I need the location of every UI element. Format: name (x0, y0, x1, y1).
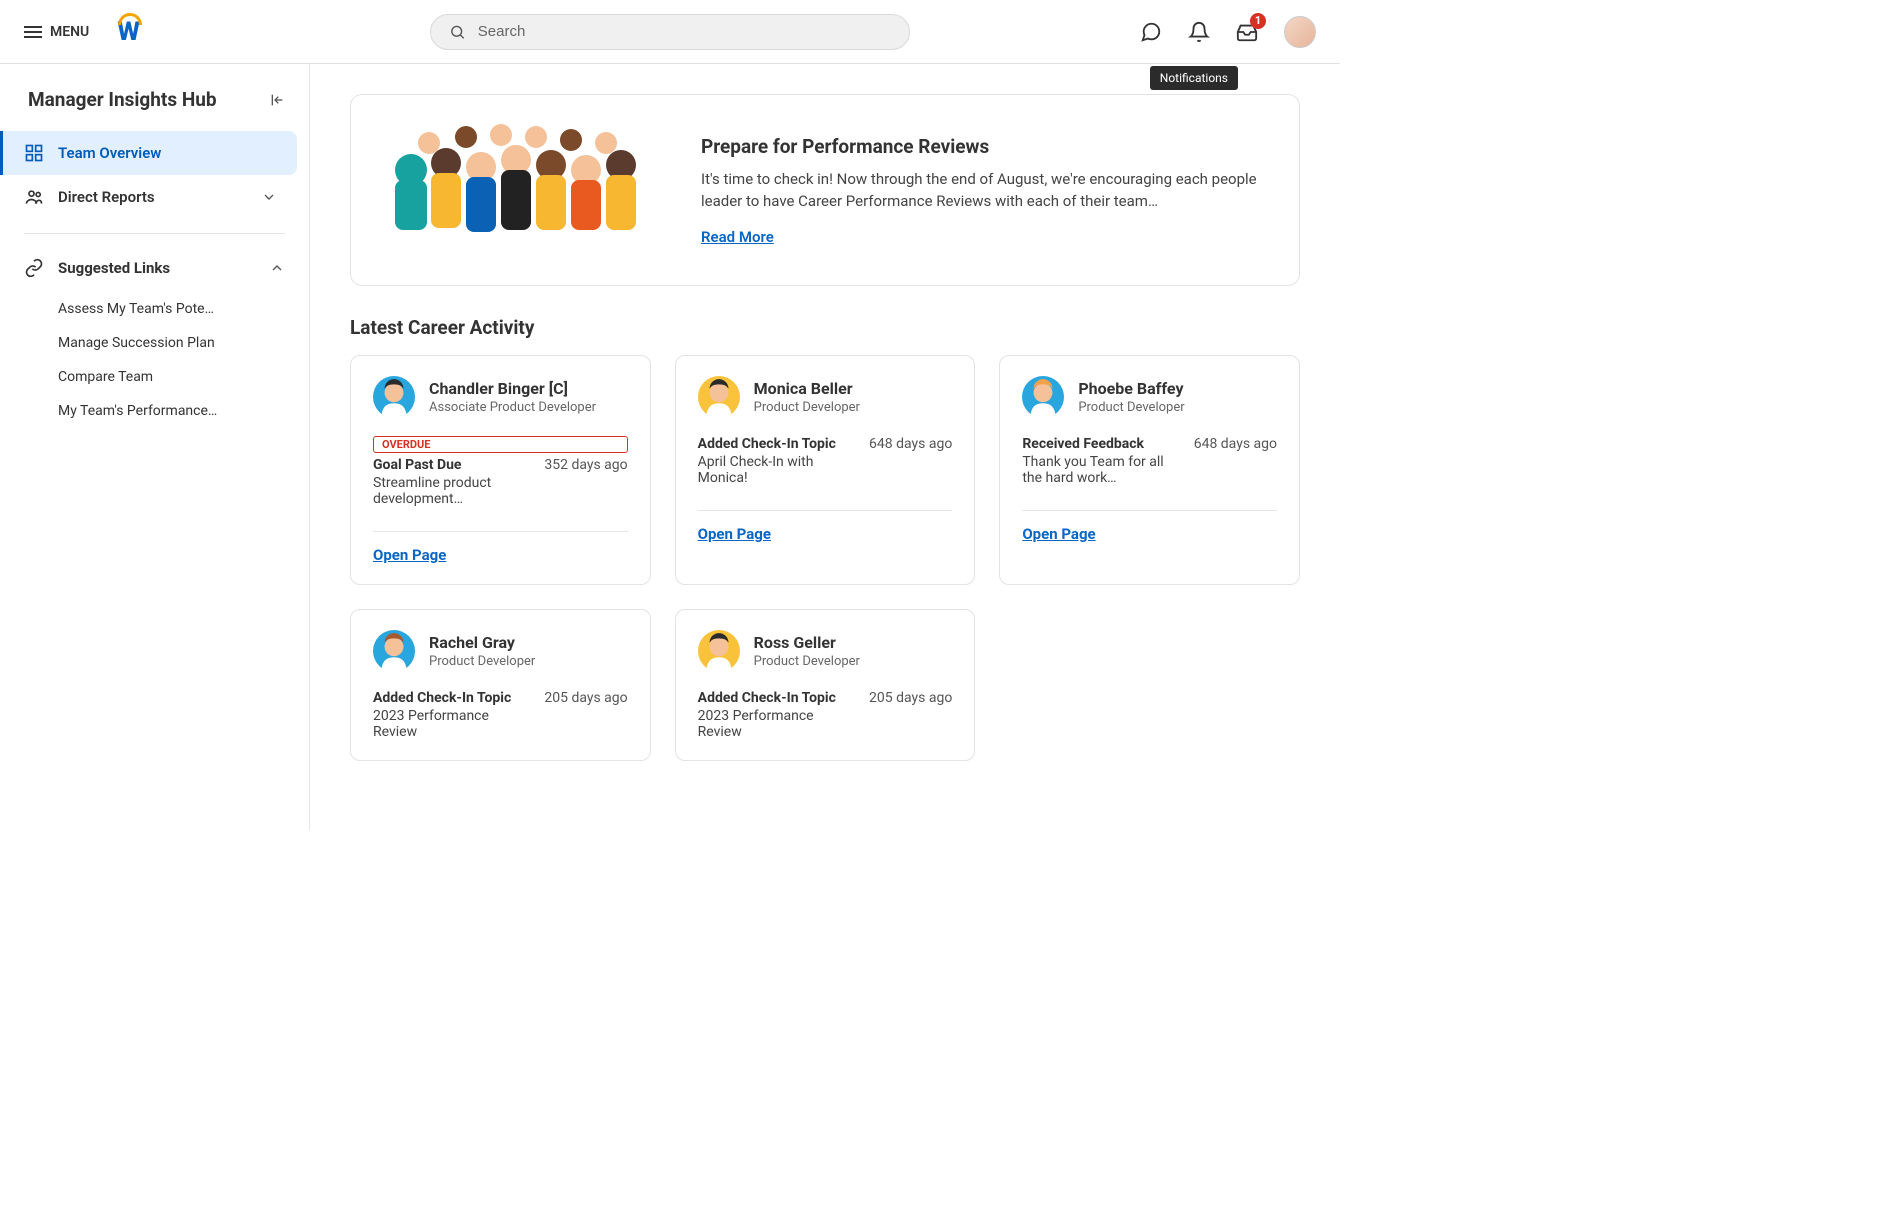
activity-title: Added Check-In Topic (373, 690, 528, 706)
collapse-icon[interactable] (269, 92, 285, 108)
top-icons: 1 (1140, 16, 1316, 48)
divider (373, 531, 628, 532)
profile-avatar[interactable] (1284, 16, 1316, 48)
inbox-icon[interactable]: 1 (1236, 21, 1258, 43)
activity-days: 648 days ago (869, 436, 952, 486)
activity-title: Received Feedback (1022, 436, 1177, 452)
hamburger-icon (24, 26, 42, 38)
chevron-up-icon (269, 260, 285, 276)
activity-days: 648 days ago (1194, 436, 1277, 486)
banner-title: Prepare for Performance Reviews (701, 135, 1265, 158)
workday-logo[interactable]: W (117, 17, 140, 47)
activity-card: Rachel Gray Product Developer Added Chec… (350, 609, 651, 761)
activity-desc: 2023 Performance Review (698, 708, 853, 740)
person-avatar (1022, 376, 1064, 418)
suggested-link[interactable]: Assess My Team's Pote… (58, 292, 268, 326)
inbox-badge: 1 (1250, 13, 1266, 29)
sidebar-item-label: Team Overview (58, 144, 161, 162)
chat-icon[interactable] (1140, 21, 1162, 43)
banner-illustration (371, 115, 661, 265)
search-icon (449, 23, 466, 41)
divider (1022, 510, 1277, 511)
search-input[interactable] (478, 23, 891, 40)
activity-cards: Chandler Binger [C] Associate Product De… (350, 355, 1300, 761)
person-role: Product Developer (1078, 400, 1184, 415)
person-name: Chandler Binger [C] (429, 379, 596, 398)
menu-label: MENU (50, 24, 89, 40)
activity-desc: April Check-In with Monica! (698, 454, 853, 486)
suggested-link[interactable]: My Team's Performance… (58, 394, 268, 428)
person-name: Ross Geller (754, 633, 860, 652)
activity-card: Monica Beller Product Developer Added Ch… (675, 355, 976, 585)
activity-card: Ross Geller Product Developer Added Chec… (675, 609, 976, 761)
person-name: Rachel Gray (429, 633, 535, 652)
section-title: Latest Career Activity (350, 316, 1300, 339)
person-role: Product Developer (754, 654, 860, 669)
suggested-links-list: Assess My Team's Pote… Manage Succession… (0, 288, 309, 428)
person-avatar (373, 376, 415, 418)
search-bar[interactable] (430, 14, 910, 50)
activity-title: Goal Past Due (373, 457, 528, 473)
main-content: Prepare for Performance Reviews It's tim… (310, 64, 1340, 830)
person-avatar (373, 630, 415, 672)
open-page-link[interactable]: Open Page (1022, 525, 1277, 543)
activity-desc: Streamline product development… (373, 475, 528, 507)
person-avatar (698, 630, 740, 672)
suggested-link[interactable]: Compare Team (58, 360, 268, 394)
banner-card: Prepare for Performance Reviews It's tim… (350, 94, 1300, 286)
open-page-link[interactable]: Open Page (373, 546, 628, 564)
activity-days: 205 days ago (869, 690, 952, 740)
person-role: Product Developer (754, 400, 860, 415)
read-more-link[interactable]: Read More (701, 228, 774, 246)
activity-title: Added Check-In Topic (698, 436, 853, 452)
activity-title: Added Check-In Topic (698, 690, 853, 706)
banner-body: It's time to check in! Now through the e… (701, 168, 1265, 213)
people-icon (24, 187, 44, 207)
notifications-tooltip: Notifications (1150, 66, 1238, 90)
suggested-links-header[interactable]: Suggested Links (0, 248, 309, 288)
topbar: MENU W 1 Notifications (0, 0, 1340, 64)
chevron-down-icon (261, 189, 277, 205)
sidebar: Manager Insights Hub Team Overview Direc… (0, 64, 310, 830)
person-avatar (698, 376, 740, 418)
overdue-badge: OVERDUE (373, 436, 628, 453)
divider (24, 233, 285, 234)
activity-desc: 2023 Performance Review (373, 708, 528, 740)
menu-button[interactable]: MENU (24, 24, 89, 40)
suggested-link[interactable]: Manage Succession Plan (58, 326, 268, 360)
person-name: Monica Beller (754, 379, 860, 398)
sidebar-item-team-overview[interactable]: Team Overview (0, 131, 297, 175)
person-role: Associate Product Developer (429, 400, 596, 415)
activity-days: 205 days ago (544, 690, 627, 740)
person-role: Product Developer (429, 654, 535, 669)
activity-desc: Thank you Team for all the hard work… (1022, 454, 1177, 486)
divider (698, 510, 953, 511)
link-icon (24, 258, 44, 278)
sidebar-item-direct-reports[interactable]: Direct Reports (0, 175, 297, 219)
suggested-links-title: Suggested Links (58, 259, 170, 277)
person-name: Phoebe Baffey (1078, 379, 1184, 398)
activity-days: 352 days ago (544, 457, 627, 507)
sidebar-title: Manager Insights Hub (28, 88, 217, 111)
grid-icon (24, 143, 44, 163)
open-page-link[interactable]: Open Page (698, 525, 953, 543)
bell-icon[interactable] (1188, 21, 1210, 43)
sidebar-item-label: Direct Reports (58, 188, 155, 206)
activity-card: Chandler Binger [C] Associate Product De… (350, 355, 651, 585)
activity-card: Phoebe Baffey Product Developer Received… (999, 355, 1300, 585)
